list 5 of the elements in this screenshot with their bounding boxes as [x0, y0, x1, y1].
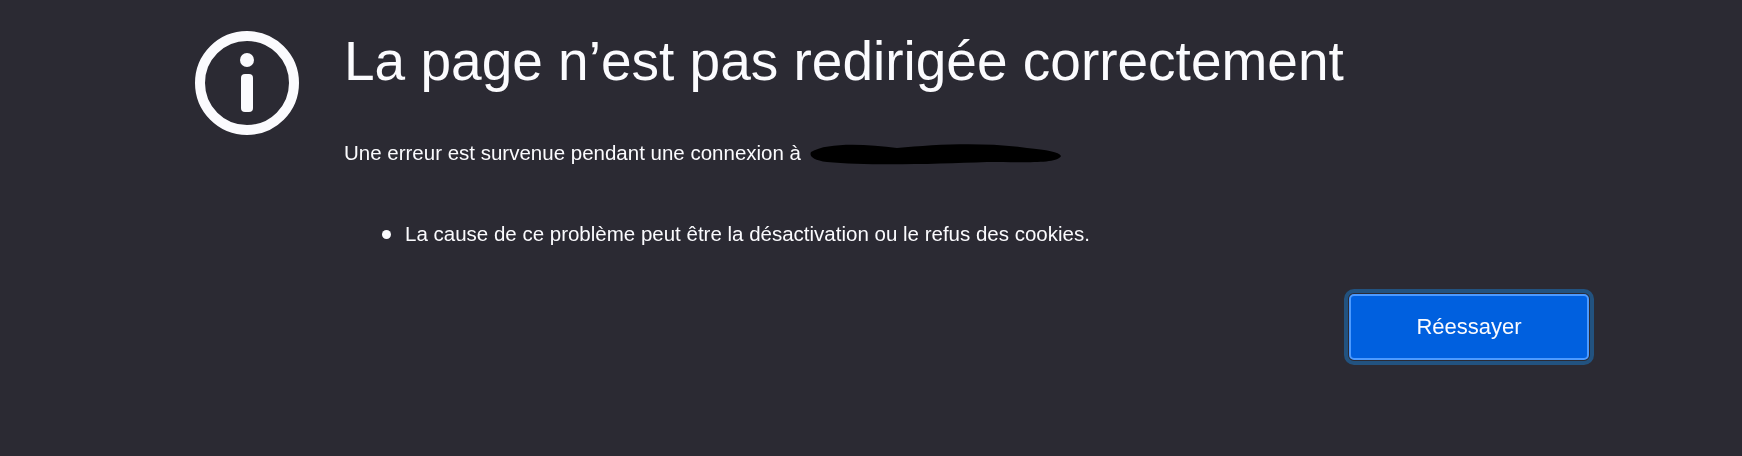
error-message: Une erreur est survenue pendant une connexion à [344, 141, 801, 165]
info-icon [194, 30, 300, 136]
bullet-icon [382, 229, 391, 239]
page-title: La page n’est pas redirigée correctement [344, 29, 1345, 94]
cause-text: La cause de ce problème peut être la désactivation ou le refus des cookies. [405, 222, 1090, 246]
